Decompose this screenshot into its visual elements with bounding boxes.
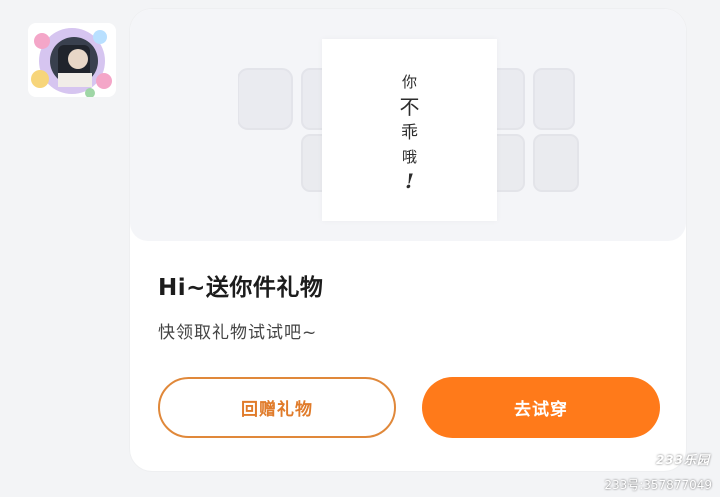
return-gift-button[interactable]: 回赠礼物	[158, 377, 396, 438]
gift-image[interactable]: 你 不 乖 哦 !	[322, 39, 497, 221]
gift-char-1: 你	[401, 73, 417, 91]
watermark-account-id: 233号:357877049	[604, 478, 712, 492]
avatar[interactable]	[28, 23, 116, 97]
watermark-logo: 233乐园	[655, 453, 710, 467]
gift-char-4: 哦	[401, 148, 417, 166]
card-title: Hi~送你件礼物	[158, 275, 324, 301]
try-on-button[interactable]: 去试穿	[422, 377, 660, 438]
avatar-photo-icon	[28, 23, 116, 97]
card-subtitle: 快领取礼物试试吧~	[158, 323, 318, 343]
gift-char-3: 乖	[401, 123, 418, 143]
gift-char-5: !	[405, 169, 414, 193]
gift-banner: 你 不 乖 哦 !	[130, 9, 686, 241]
gift-card: 你 不 乖 哦 ! Hi~送你件礼物 快领取礼物试试吧~ 回赠礼物 去试穿	[130, 9, 686, 471]
gift-char-2: 不	[399, 95, 420, 119]
